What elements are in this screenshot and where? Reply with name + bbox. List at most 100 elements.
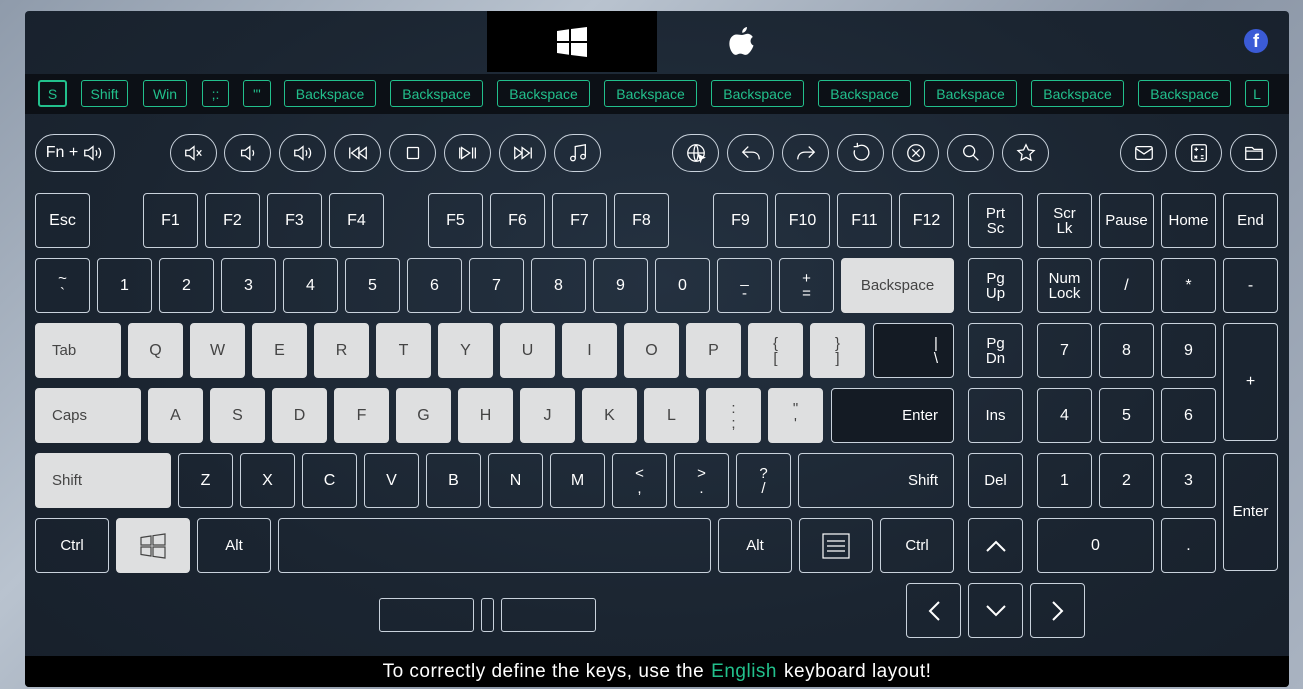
key-x[interactable]: X (240, 453, 295, 508)
key-scroll-lock[interactable]: Scr Lk (1037, 193, 1092, 248)
key-h[interactable]: H (458, 388, 513, 443)
key-backspace[interactable]: Backspace (841, 258, 954, 313)
key-numpad-1[interactable]: 1 (1037, 453, 1092, 508)
key-right-ctrl[interactable]: Ctrl (880, 518, 954, 573)
key-delete[interactable]: Del (968, 453, 1023, 508)
key-comma[interactable]: <, (612, 453, 667, 508)
key-arrow-right[interactable] (1030, 583, 1085, 638)
key-left-alt[interactable]: Alt (197, 518, 271, 573)
key-o[interactable]: O (624, 323, 679, 378)
key-6[interactable]: 6 (407, 258, 462, 313)
key-semicolon[interactable]: :; (706, 388, 761, 443)
key-numpad-star[interactable]: * (1161, 258, 1216, 313)
key-numpad-5[interactable]: 5 (1099, 388, 1154, 443)
key-f6[interactable]: F6 (490, 193, 545, 248)
key-d[interactable]: D (272, 388, 327, 443)
key-tilde[interactable]: ~ ` (35, 258, 90, 313)
key-b[interactable]: B (426, 453, 481, 508)
key-y[interactable]: Y (438, 323, 493, 378)
key-page-up[interactable]: Pg Up (968, 258, 1023, 313)
key-page-down[interactable]: Pg Dn (968, 323, 1023, 378)
key-numpad-7[interactable]: 7 (1037, 323, 1092, 378)
mute-button[interactable] (170, 134, 217, 172)
key-s[interactable]: S (210, 388, 265, 443)
key-f11[interactable]: F11 (837, 193, 892, 248)
key-numpad-2[interactable]: 2 (1099, 453, 1154, 508)
calculator-button[interactable] (1175, 134, 1222, 172)
search-button[interactable] (947, 134, 994, 172)
key-z[interactable]: Z (178, 453, 233, 508)
volume-down-button[interactable] (224, 134, 271, 172)
key-8[interactable]: 8 (531, 258, 586, 313)
key-numpad-8[interactable]: 8 (1099, 323, 1154, 378)
key-print-screen[interactable]: Prt Sc (968, 193, 1023, 248)
key-arrow-up[interactable] (968, 518, 1023, 573)
key-i[interactable]: I (562, 323, 617, 378)
key-f7[interactable]: F7 (552, 193, 607, 248)
music-button[interactable] (554, 134, 601, 172)
key-j[interactable]: J (520, 388, 575, 443)
key-right-shift[interactable]: Shift (798, 453, 954, 508)
refresh-button[interactable] (837, 134, 884, 172)
tab-windows[interactable] (487, 11, 657, 72)
key-f5[interactable]: F5 (428, 193, 483, 248)
key-g[interactable]: G (396, 388, 451, 443)
play-pause-button[interactable] (444, 134, 491, 172)
key-5[interactable]: 5 (345, 258, 400, 313)
key-left-shift[interactable]: Shift (35, 453, 171, 508)
key-u[interactable]: U (500, 323, 555, 378)
key-arrow-down[interactable] (968, 583, 1023, 638)
key-end[interactable]: End (1223, 193, 1278, 248)
key-f1[interactable]: F1 (143, 193, 198, 248)
key-numpad-dot[interactable]: . (1161, 518, 1216, 573)
stop-button[interactable] (389, 134, 436, 172)
key-w[interactable]: W (190, 323, 245, 378)
key-0[interactable]: 0 (655, 258, 710, 313)
key-numpad-enter[interactable]: Enter (1223, 453, 1278, 571)
key-n[interactable]: N (488, 453, 543, 508)
key-esc[interactable]: Esc (35, 193, 90, 248)
key-period[interactable]: >. (674, 453, 729, 508)
key-windows[interactable] (116, 518, 190, 573)
key-f9[interactable]: F9 (713, 193, 768, 248)
key-c[interactable]: C (302, 453, 357, 508)
key-pause[interactable]: Pause (1099, 193, 1154, 248)
key-insert[interactable]: Ins (968, 388, 1023, 443)
key-l[interactable]: L (644, 388, 699, 443)
volume-up-button[interactable] (279, 134, 326, 172)
key-f2[interactable]: F2 (205, 193, 260, 248)
key-2[interactable]: 2 (159, 258, 214, 313)
key-space[interactable] (278, 518, 711, 573)
key-f8[interactable]: F8 (614, 193, 669, 248)
key-numpad-plus[interactable]: + (1223, 323, 1278, 441)
key-f3[interactable]: F3 (267, 193, 322, 248)
key-numpad-9[interactable]: 9 (1161, 323, 1216, 378)
next-track-button[interactable] (499, 134, 546, 172)
key-backslash[interactable]: | \ (873, 323, 954, 378)
key-7[interactable]: 7 (469, 258, 524, 313)
key-numpad-6[interactable]: 6 (1161, 388, 1216, 443)
key-left-bracket[interactable]: {[ (748, 323, 803, 378)
key-e[interactable]: E (252, 323, 307, 378)
key-arrow-left[interactable] (906, 583, 961, 638)
key-3[interactable]: 3 (221, 258, 276, 313)
key-f[interactable]: F (334, 388, 389, 443)
key-caps-lock[interactable]: Caps (35, 388, 141, 443)
facebook-icon[interactable]: f (1244, 29, 1268, 53)
key-numpad-3[interactable]: 3 (1161, 453, 1216, 508)
key-enter[interactable]: Enter (831, 388, 954, 443)
key-right-bracket[interactable]: }] (810, 323, 865, 378)
key-f12[interactable]: F12 (899, 193, 954, 248)
key-t[interactable]: T (376, 323, 431, 378)
key-equals[interactable]: + = (779, 258, 834, 313)
key-quote[interactable]: " ' (768, 388, 823, 443)
browser-button[interactable] (672, 134, 719, 172)
key-m[interactable]: M (550, 453, 605, 508)
key-v[interactable]: V (364, 453, 419, 508)
touchpad-left-button[interactable] (379, 598, 474, 632)
key-slash[interactable]: ? / (736, 453, 791, 508)
key-1[interactable]: 1 (97, 258, 152, 313)
mail-button[interactable] (1120, 134, 1167, 172)
key-left-ctrl[interactable]: Ctrl (35, 518, 109, 573)
key-numpad-slash[interactable]: / (1099, 258, 1154, 313)
